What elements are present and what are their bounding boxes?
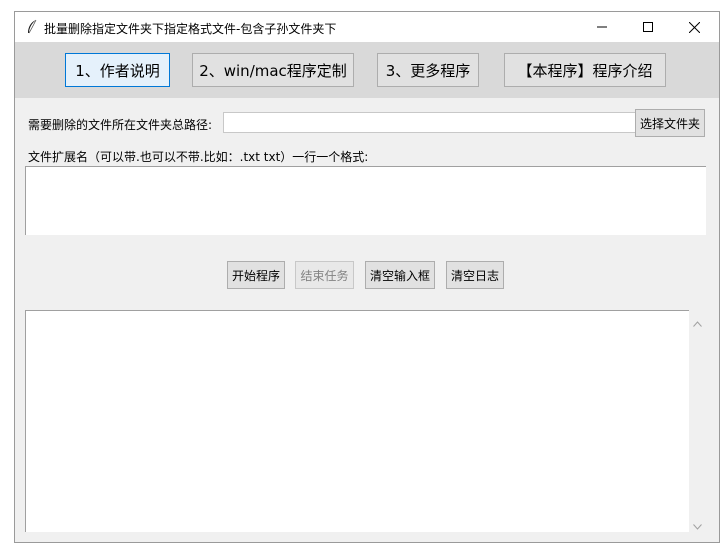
minimize-icon — [597, 22, 607, 32]
path-label: 需要删除的文件所在文件夹总路径: — [28, 118, 213, 132]
maximize-button[interactable] — [625, 12, 671, 42]
clear-input-button[interactable]: 清空输入框 — [365, 261, 435, 289]
custom-program-button[interactable]: 2、win/mac程序定制 — [192, 53, 354, 87]
extension-textarea[interactable] — [25, 166, 706, 235]
scroll-down-icon[interactable] — [693, 519, 702, 530]
more-programs-button[interactable]: 3、更多程序 — [377, 53, 479, 87]
stop-button: 结束任务 — [295, 261, 354, 289]
maximize-icon — [643, 22, 653, 32]
log-scrollbar[interactable] — [689, 310, 706, 532]
author-info-button[interactable]: 1、作者说明 — [65, 53, 170, 87]
path-input[interactable] — [223, 112, 636, 133]
window-title: 批量删除指定文件夹下指定格式文件-包含子孙文件夹下 — [44, 22, 337, 36]
title-bar: 批量删除指定文件夹下指定格式文件-包含子孙文件夹下 — [15, 12, 719, 42]
top-menu-bar: 1、作者说明 2、win/mac程序定制 3、更多程序 【本程序】程序介绍 — [15, 42, 719, 98]
clear-log-button[interactable]: 清空日志 — [446, 261, 504, 289]
log-textarea[interactable] — [25, 310, 689, 532]
app-window: 批量删除指定文件夹下指定格式文件-包含子孙文件夹下 1、作者说明 2、win/m… — [14, 11, 720, 543]
close-icon — [688, 21, 700, 33]
select-folder-button[interactable]: 选择文件夹 — [635, 109, 705, 137]
start-button[interactable]: 开始程序 — [227, 261, 285, 289]
program-intro-button[interactable]: 【本程序】程序介绍 — [504, 53, 666, 87]
minimize-button[interactable] — [579, 12, 625, 42]
close-button[interactable] — [671, 12, 717, 42]
scroll-up-icon[interactable] — [693, 316, 702, 327]
feather-icon — [25, 19, 39, 35]
extension-label: 文件扩展名（可以带.也可以不带.比如：.txt txt）一行一个格式: — [28, 150, 369, 164]
